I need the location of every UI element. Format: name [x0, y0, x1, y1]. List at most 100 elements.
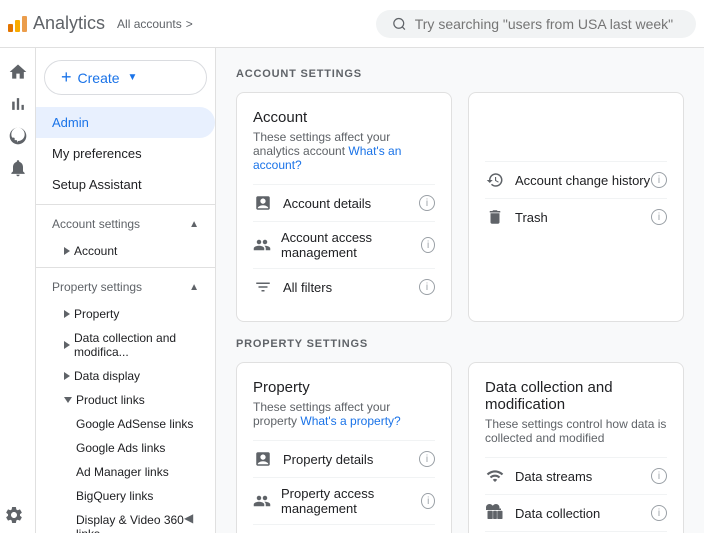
- create-button[interactable]: + Create ▼: [44, 60, 207, 95]
- data-display-label: Data display: [74, 369, 140, 383]
- chevron-down-icon: ▼: [128, 72, 138, 83]
- create-button-label: Create: [78, 70, 120, 86]
- account-details-info[interactable]: i: [419, 195, 435, 211]
- account-access-label: Account access management: [281, 230, 421, 260]
- trash-icon: [485, 207, 505, 227]
- account-card: Account These settings affect your analy…: [236, 92, 452, 322]
- property-settings-section-label: PROPERTY SETTINGS: [236, 338, 684, 350]
- sidebar-collapse-button[interactable]: ◀: [184, 511, 193, 525]
- data-collection-info[interactable]: i: [651, 505, 667, 521]
- property-access-info[interactable]: i: [421, 493, 435, 509]
- property-card-title: Property: [253, 379, 435, 396]
- data-collection-label: Data collection and modifica...: [74, 331, 199, 359]
- account-details-item[interactable]: Account details i: [253, 184, 435, 221]
- sidebar-item-admin[interactable]: Admin: [36, 107, 215, 138]
- account-access-item[interactable]: Account access management i: [253, 221, 435, 268]
- left-rail: [0, 48, 36, 533]
- property-label: Property: [74, 307, 119, 321]
- home-icon[interactable]: [8, 62, 28, 82]
- sidebar: + Create ▼ Admin My preferences Setup As…: [36, 48, 216, 533]
- reports-icon[interactable]: [8, 94, 28, 114]
- app-title: Analytics: [33, 13, 105, 34]
- sidebar-sub-bigquery[interactable]: BigQuery links: [36, 484, 215, 508]
- all-filters-info[interactable]: i: [419, 279, 435, 295]
- sidebar-item-data-display[interactable]: Data display: [36, 364, 215, 388]
- account-card-subtitle: These settings affect your analytics acc…: [253, 130, 435, 172]
- sidebar-item-product-links[interactable]: Product links: [36, 388, 215, 412]
- data-collection-item[interactable]: Data collection i: [485, 494, 667, 531]
- breadcrumb[interactable]: All accounts >: [117, 17, 197, 31]
- sidebar-sub-ad-manager[interactable]: Ad Manager links: [36, 460, 215, 484]
- data-collection-card: Data collection and modification These s…: [468, 362, 684, 533]
- data-streams-info[interactable]: i: [651, 468, 667, 484]
- search-input[interactable]: [415, 16, 680, 32]
- property-access-label: Property access management: [281, 486, 421, 516]
- collapse-icon: ▲: [189, 219, 199, 230]
- account-settings-header[interactable]: Account settings ▲: [36, 209, 215, 239]
- sidebar-item-setup[interactable]: Setup Assistant: [36, 169, 215, 200]
- content-area: ACCOUNT SETTINGS Account These settings …: [216, 48, 704, 533]
- sidebar-sub-google-ads[interactable]: Google Ads links: [36, 436, 215, 460]
- account-right-card: Account change history i Trash i: [468, 92, 684, 322]
- account-access-info[interactable]: i: [421, 237, 435, 253]
- sidebar-item-preferences[interactable]: My preferences: [36, 138, 215, 169]
- data-collection-title: Data collection and modification: [485, 379, 667, 413]
- sidebar-item-property[interactable]: Property: [36, 302, 215, 326]
- settings-icon[interactable]: [4, 505, 24, 525]
- trash-item[interactable]: Trash i: [485, 198, 667, 235]
- logo-icon: [8, 16, 27, 32]
- property-subtitle-link[interactable]: What's a property?: [300, 414, 400, 428]
- sidebar-item-account[interactable]: Account: [36, 239, 215, 263]
- trash-info[interactable]: i: [651, 209, 667, 225]
- account-settings-section-label: ACCOUNT SETTINGS: [236, 68, 684, 80]
- account-history-label: Account change history: [515, 173, 650, 188]
- product-links-label: Product links: [76, 393, 145, 407]
- account-settings-label: Account settings: [52, 217, 140, 231]
- search-icon: [392, 16, 407, 32]
- property-details-label: Property details: [283, 452, 373, 467]
- all-filters-label: All filters: [283, 280, 332, 295]
- property-access-icon: [253, 491, 271, 511]
- topbar: Analytics All accounts >: [0, 0, 704, 48]
- sidebar-item-data-collection[interactable]: Data collection and modifica...: [36, 326, 215, 364]
- property-card: Property These settings affect your prop…: [236, 362, 452, 533]
- property-settings-header[interactable]: Property settings ▲: [36, 272, 215, 302]
- property-details-icon: [253, 449, 273, 469]
- app-logo: Analytics: [8, 13, 105, 34]
- account-label: Account: [74, 244, 117, 258]
- data-collection-subtitle: These settings control how data is colle…: [485, 417, 667, 445]
- breadcrumb-label[interactable]: All accounts: [117, 17, 182, 31]
- account-history-info[interactable]: i: [651, 172, 667, 188]
- account-details-icon: [253, 193, 273, 213]
- property-details-info[interactable]: i: [419, 451, 435, 467]
- main-layout: + Create ▼ Admin My preferences Setup As…: [0, 48, 704, 533]
- account-history-item[interactable]: Account change history i: [485, 161, 667, 198]
- data-streams-item[interactable]: Data streams i: [485, 457, 667, 494]
- advertising-icon[interactable]: [8, 158, 28, 178]
- property-access-item[interactable]: Property access management i: [253, 477, 435, 524]
- property-settings-label: Property settings: [52, 280, 142, 294]
- account-details-label: Account details: [283, 196, 371, 211]
- explore-icon[interactable]: [8, 126, 28, 146]
- all-filters-item[interactable]: All filters i: [253, 268, 435, 305]
- account-card-title: Account: [253, 109, 435, 126]
- people-icon: [253, 235, 271, 255]
- property-details-item[interactable]: Property details i: [253, 440, 435, 477]
- breadcrumb-arrow: >: [186, 17, 193, 31]
- data-streams-icon: [485, 466, 505, 486]
- sidebar-sub-adsense[interactable]: Google AdSense links: [36, 412, 215, 436]
- property-cards-row: Property These settings affect your prop…: [236, 362, 684, 533]
- trash-label: Trash: [515, 210, 548, 225]
- history-icon: [485, 170, 505, 190]
- arrow-down-icon: [64, 397, 72, 403]
- data-collection-label: Data collection: [515, 506, 600, 521]
- search-bar[interactable]: [376, 10, 696, 38]
- plus-icon: +: [61, 67, 72, 88]
- data-streams-label: Data streams: [515, 469, 592, 484]
- data-collection-icon: [485, 503, 505, 523]
- arrow-right-icon-4: [64, 372, 70, 380]
- arrow-right-icon-3: [64, 341, 70, 349]
- property-history-item[interactable]: Property change history i: [253, 524, 435, 533]
- arrow-right-icon: [64, 247, 70, 255]
- account-cards-row: Account These settings affect your analy…: [236, 92, 684, 322]
